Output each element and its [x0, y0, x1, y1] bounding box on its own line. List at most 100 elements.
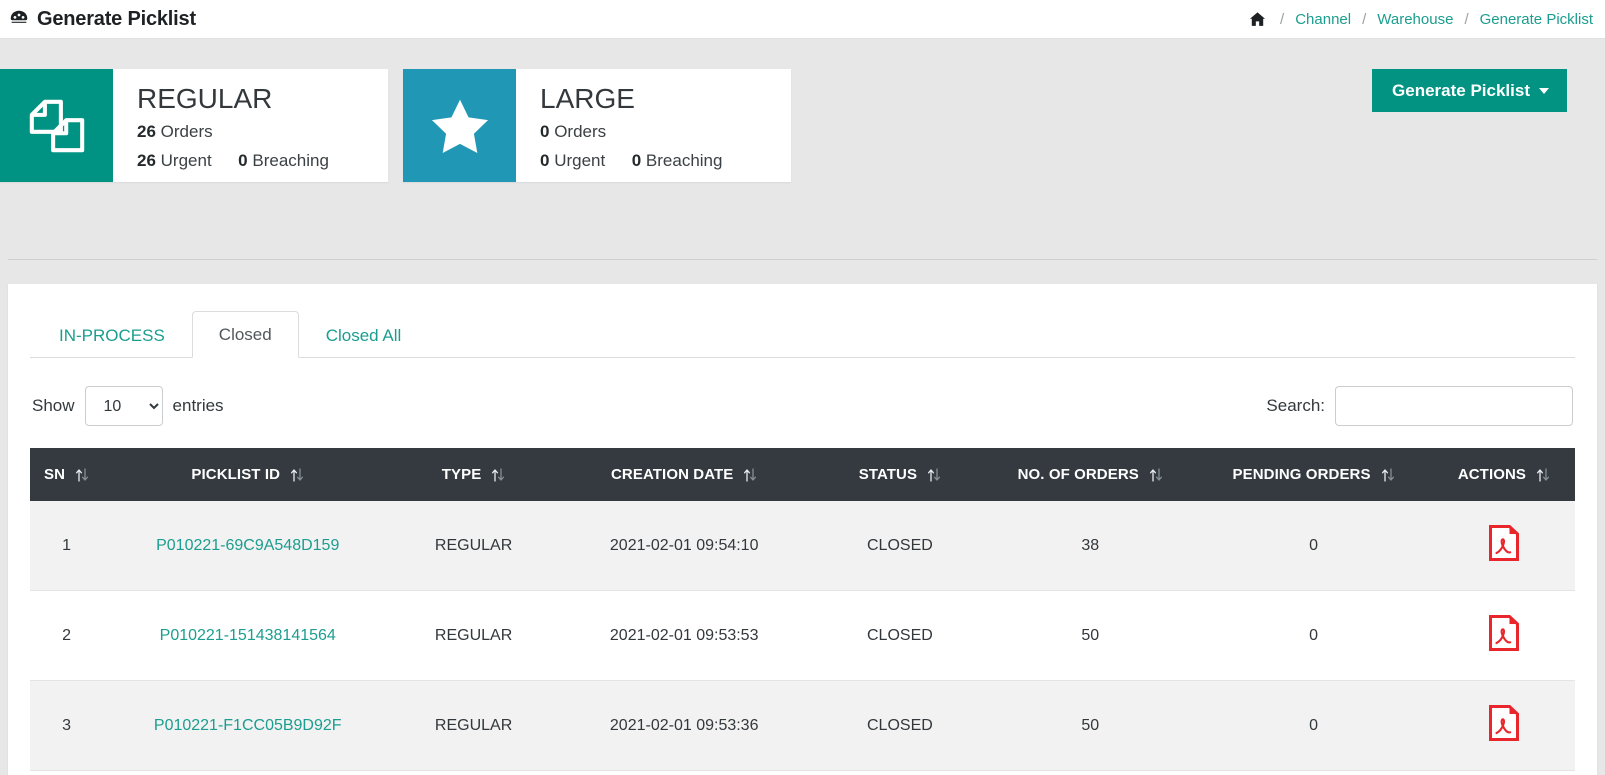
show-label: Show	[32, 396, 75, 415]
tab-in-process[interactable]: IN-PROCESS	[32, 312, 192, 358]
page-length-control: Show 10 25 50 100 entries	[32, 386, 224, 426]
pdf-file-icon	[1488, 525, 1519, 561]
page-title-group: Generate Picklist	[8, 8, 196, 31]
column-header-creation-date[interactable]: CREATION DATE	[554, 448, 814, 501]
stat-card-large-icon-block	[403, 69, 516, 182]
tab-closed-all[interactable]: Closed All	[299, 312, 429, 358]
cell-pending-orders: 0	[1194, 590, 1433, 681]
cell-sn: 1	[30, 501, 104, 591]
summary-spacer	[0, 260, 1605, 284]
search-input[interactable]	[1335, 386, 1573, 426]
cell-pending-orders: 0	[1194, 501, 1433, 591]
sort-updown-icon	[75, 467, 89, 483]
star-icon	[427, 93, 493, 159]
column-header-actions[interactable]: ACTIONS	[1432, 448, 1575, 501]
cell-status: CLOSED	[813, 680, 987, 771]
stat-card-large-urgent-value: 0	[540, 151, 550, 171]
sort-updown-icon	[743, 467, 757, 483]
cell-picklist-id: P010221-F1CC05B9D92F	[103, 680, 393, 771]
generate-picklist-button[interactable]: Generate Picklist	[1372, 69, 1567, 112]
breadcrumb-item-generate-picklist[interactable]: Generate Picklist	[1480, 11, 1593, 28]
cell-actions	[1432, 590, 1575, 681]
column-header-pending-orders[interactable]: PENDING ORDERS	[1194, 448, 1433, 501]
cell-no-of-orders: 38	[986, 501, 1195, 591]
column-header-type[interactable]: TYPE	[392, 448, 555, 501]
picklist-table: SN PICKLIST ID TYPE CREATION DATE STATUS	[30, 448, 1575, 771]
cell-sn: 2	[30, 590, 104, 681]
table-controls: Show 10 25 50 100 entries Search:	[30, 358, 1575, 448]
cell-picklist-id: P010221-151438141564	[103, 590, 393, 681]
stat-card-regular-urgent-line: 26 Urgent 0 Breaching	[137, 146, 366, 175]
stat-card-regular-icon-block	[0, 69, 113, 182]
table-row[interactable]: 2 P010221-151438141564 REGULAR 2021-02-0…	[30, 590, 1575, 681]
table-row[interactable]: 1 P010221-69C9A548D159 REGULAR 2021-02-0…	[30, 501, 1575, 591]
summary-strip: REGULAR 26 Orders 26 Urgent 0 Breaching	[0, 39, 1605, 284]
content-panel: IN-PROCESS Closed Closed All Show 10 25 …	[8, 284, 1597, 775]
download-pdf-button[interactable]	[1488, 615, 1519, 651]
breadcrumb: / Channel / Warehouse / Generate Picklis…	[1248, 10, 1593, 29]
caret-down-icon	[1539, 87, 1549, 94]
sort-updown-icon	[1381, 467, 1395, 483]
sort-updown-icon	[290, 467, 304, 483]
entries-label: entries	[172, 396, 224, 415]
picklist-id-link[interactable]: P010221-69C9A548D159	[156, 537, 339, 554]
stat-card-regular[interactable]: REGULAR 26 Orders 26 Urgent 0 Breaching	[0, 69, 388, 182]
search-control: Search:	[1266, 386, 1573, 426]
breadcrumb-separator-3: /	[1464, 10, 1469, 28]
picklist-table-head: SN PICKLIST ID TYPE CREATION DATE STATUS	[30, 448, 1575, 501]
stat-card-regular-urgent-label: Urgent	[160, 151, 212, 171]
column-header-status[interactable]: STATUS	[813, 448, 987, 501]
column-header-pending-orders-label: PENDING ORDERS	[1232, 466, 1371, 483]
picklist-id-link[interactable]: P010221-151438141564	[160, 627, 336, 644]
cell-status: CLOSED	[813, 590, 987, 681]
summary-cards-row: REGULAR 26 Orders 26 Urgent 0 Breaching	[0, 69, 1605, 204]
stat-card-large-urgent-label: Urgent	[554, 151, 606, 171]
cell-sn: 3	[30, 680, 104, 771]
page-length-select[interactable]: 10 25 50 100	[84, 386, 163, 426]
column-header-sn[interactable]: SN	[30, 448, 104, 501]
tab-bar: IN-PROCESS Closed Closed All	[30, 306, 1575, 358]
cell-actions	[1432, 501, 1575, 591]
cell-type: REGULAR	[392, 590, 555, 681]
column-header-status-label: STATUS	[858, 466, 918, 483]
breadcrumb-separator-2: /	[1362, 10, 1367, 28]
stat-card-regular-body: REGULAR 26 Orders 26 Urgent 0 Breaching	[113, 69, 388, 182]
breadcrumb-item-warehouse[interactable]: Warehouse	[1377, 11, 1453, 28]
generate-picklist-button-wrap: Generate Picklist	[1372, 69, 1597, 112]
sort-updown-icon	[927, 467, 941, 483]
breadcrumb-home-link[interactable]	[1248, 10, 1269, 29]
generate-picklist-button-label: Generate Picklist	[1392, 81, 1530, 100]
column-header-no-of-orders-label: NO. OF ORDERS	[1017, 466, 1139, 483]
picklist-id-link[interactable]: P010221-F1CC05B9D92F	[154, 717, 342, 734]
download-pdf-button[interactable]	[1488, 705, 1519, 741]
stat-card-large-breaching-value: 0	[631, 151, 642, 171]
dashboard-palette-icon	[8, 8, 30, 30]
cell-type: REGULAR	[392, 501, 555, 591]
cell-pending-orders: 0	[1194, 680, 1433, 771]
top-bar: Generate Picklist / Channel / Warehouse …	[0, 0, 1605, 39]
stat-card-large-orders-value: 0	[540, 121, 550, 141]
table-header-row: SN PICKLIST ID TYPE CREATION DATE STATUS	[30, 448, 1575, 501]
cell-no-of-orders: 50	[986, 680, 1195, 771]
sort-updown-icon	[1149, 467, 1163, 483]
stat-card-large-orders-label: Orders	[554, 121, 607, 141]
column-header-picklist-id[interactable]: PICKLIST ID	[103, 448, 393, 501]
cell-no-of-orders: 50	[986, 590, 1195, 681]
breadcrumb-item-channel[interactable]: Channel	[1295, 11, 1351, 28]
pdf-file-icon	[1488, 615, 1519, 651]
cell-status: CLOSED	[813, 501, 987, 591]
stat-card-regular-orders-value: 26	[137, 121, 156, 141]
stat-card-regular-orders-line: 26 Orders	[137, 117, 366, 146]
breadcrumb-separator-1: /	[1280, 10, 1285, 28]
download-pdf-button[interactable]	[1488, 525, 1519, 561]
table-row[interactable]: 3 P010221-F1CC05B9D92F REGULAR 2021-02-0…	[30, 680, 1575, 771]
column-header-type-label: TYPE	[441, 466, 482, 483]
column-header-no-of-orders[interactable]: NO. OF ORDERS	[986, 448, 1195, 501]
stat-card-large-urgent-line: 0 Urgent 0 Breaching	[540, 146, 769, 175]
tab-closed[interactable]: Closed	[191, 310, 299, 358]
search-label: Search:	[1266, 396, 1325, 415]
stat-card-large[interactable]: LARGE 0 Orders 0 Urgent 0 Breaching	[403, 69, 791, 182]
stat-card-regular-title: REGULAR	[137, 82, 273, 114]
stat-card-large-title: LARGE	[540, 82, 635, 114]
stat-card-large-breaching-label: Breaching	[645, 151, 723, 171]
